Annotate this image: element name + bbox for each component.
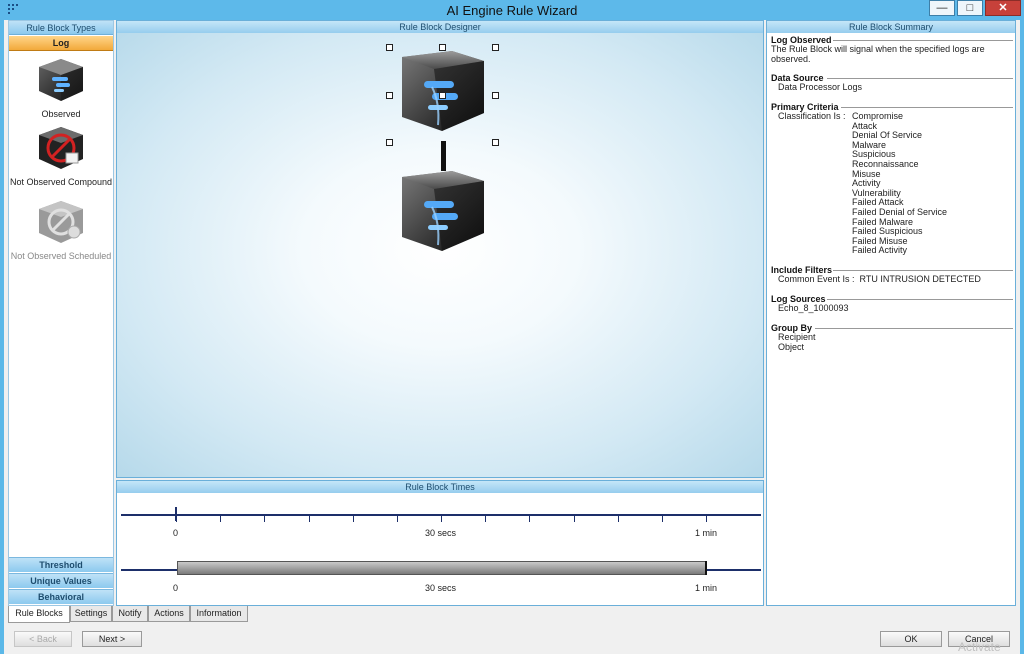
next-button[interactable]: Next > (82, 631, 142, 647)
tab-rule-blocks[interactable]: Rule Blocks (8, 606, 70, 623)
timeline-tick (264, 516, 266, 522)
summary-log-observed: Log Observed The Rule Block will signal … (771, 35, 1013, 64)
category-unique-values[interactable]: Unique Values (9, 573, 113, 588)
tab-actions[interactable]: Actions (148, 606, 190, 622)
range-end-handle[interactable] (705, 561, 707, 575)
section-title: Log Sources (771, 294, 826, 304)
time-range-bar[interactable] (177, 561, 706, 575)
block-type-label: Not Observed Compound (9, 177, 113, 187)
block-type-not-observed-compound[interactable]: Not Observed Compound (9, 125, 113, 187)
section-title: Log Observed (771, 35, 832, 45)
group-by-item: Object (778, 341, 805, 352)
filter-label: Common Event Is : (778, 274, 855, 284)
tab-notify[interactable]: Notify (112, 606, 148, 622)
timeline-tick (661, 516, 663, 522)
summary-data-source: Data Source Data Processor Logs (771, 73, 1013, 93)
window-client: Rule Block Types Log Observed Not Observ… (4, 20, 1020, 654)
close-button[interactable]: ✕ (985, 0, 1021, 16)
timeline-tick (396, 516, 398, 522)
section-title: Group By (771, 323, 813, 333)
rule-block-cube-secondary[interactable] (394, 167, 490, 253)
timeline-tick (573, 516, 575, 522)
timeline-tick (529, 516, 531, 522)
selection-handle[interactable] (439, 44, 446, 51)
timeline-tick (485, 516, 487, 522)
rule-block-types-pane: Rule Block Types Log Observed Not Observ… (8, 20, 114, 606)
timeline-tick (441, 516, 442, 522)
summary-header: Rule Block Summary (767, 21, 1015, 33)
rule-block-times: Rule Block Times 0 30 secs 1 min 0 30 se… (116, 480, 764, 606)
block-type-observed[interactable]: Observed (9, 57, 113, 119)
category-behavioral[interactable]: Behavioral (9, 589, 113, 604)
filter-value: RTU INTRUSION DETECTED (859, 274, 981, 284)
log-source-value: Echo_8_1000093 (778, 303, 849, 313)
summary-primary-criteria: Primary Criteria Classification Is : Com… (771, 102, 1013, 258)
back-button[interactable]: < Back (14, 631, 72, 647)
selection-handle[interactable] (386, 44, 393, 51)
criteria-item: Failed Activity (852, 245, 908, 256)
activation-watermark: Activate (958, 640, 1001, 654)
selection-handle[interactable] (492, 44, 499, 51)
window-title: AI Engine Rule Wizard (446, 3, 578, 18)
selection-handle[interactable] (386, 92, 393, 99)
minimize-button[interactable]: — (929, 0, 955, 16)
log-cube-icon (39, 59, 83, 101)
summary-group-by: Group By Recipient Object (771, 323, 1013, 352)
title-bar: AI Engine Rule Wizard — □ ✕ (0, 0, 1024, 20)
selection-handle[interactable] (386, 139, 393, 146)
category-log[interactable]: Log (9, 36, 113, 51)
rule-block-summary: Rule Block Summary Log Observed The Rule… (766, 20, 1016, 606)
range-label-end: 1 min (695, 583, 718, 593)
selection-handle[interactable] (492, 139, 499, 146)
category-threshold[interactable]: Threshold (9, 557, 113, 572)
time-label-start: 0 (173, 528, 179, 538)
group-by-item: Recipient (778, 332, 816, 342)
block-type-not-observed-scheduled[interactable]: Not Observed Scheduled (9, 199, 113, 261)
data-source-value: Data Processor Logs (778, 82, 863, 92)
not-observed-icon (39, 127, 83, 169)
selection-handle[interactable] (439, 92, 446, 99)
scheduled-icon (39, 201, 83, 243)
ok-button[interactable]: OK (880, 631, 942, 647)
section-title: Include Filters (771, 265, 833, 275)
range-label-mid: 30 secs (425, 583, 457, 593)
time-label-end: 1 min (695, 528, 718, 538)
maximize-button[interactable]: □ (957, 0, 983, 16)
timeline-tick (706, 516, 707, 522)
timeline-tick (220, 516, 222, 522)
tab-settings[interactable]: Settings (70, 606, 112, 622)
section-title: Data Source (771, 73, 824, 83)
rule-block-designer: Rule Block Designer (116, 20, 764, 478)
timeline-tick (352, 516, 354, 522)
rule-block-cube[interactable] (394, 47, 490, 133)
summary-log-sources: Log Sources Echo_8_1000093 (771, 294, 1013, 314)
log-observed-text: The Rule Block will signal when the spec… (771, 44, 985, 64)
rule-block-types-header: Rule Block Types (9, 21, 113, 35)
timeline-tick (617, 516, 619, 522)
range-label-start: 0 (173, 583, 179, 593)
selection-handle[interactable] (492, 92, 499, 99)
timeline-marker[interactable] (175, 507, 177, 521)
block-type-label: Observed (41, 109, 81, 119)
designer-header: Rule Block Designer (117, 21, 763, 33)
tab-information[interactable]: Information (190, 606, 248, 622)
times-header: Rule Block Times (117, 481, 763, 493)
time-label-mid: 30 secs (425, 528, 457, 538)
block-type-label: Not Observed Scheduled (10, 251, 112, 261)
summary-include-filters: Include Filters Common Event Is : RTU IN… (771, 265, 1013, 285)
criteria-values: Compromise Attack Denial Of Service Malware… (852, 111, 947, 256)
timeline-tick (308, 516, 310, 522)
